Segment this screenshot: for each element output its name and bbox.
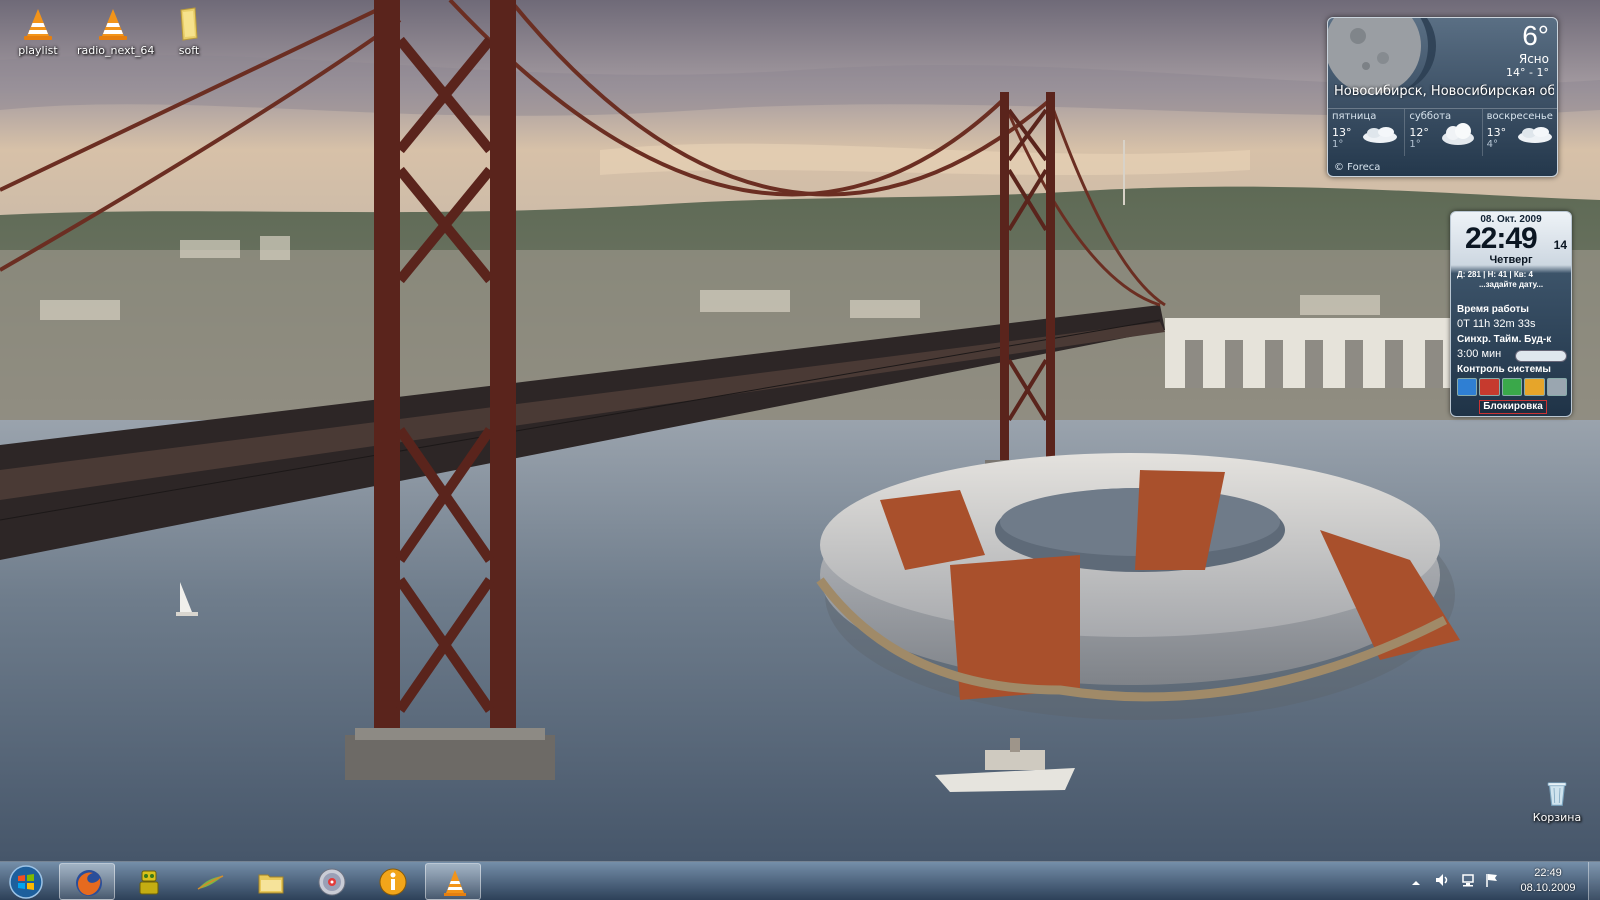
taskbar: 22:49 08.10.2009 [0,861,1600,900]
partly-cloudy-icon [1517,127,1552,143]
clock-weekday: Четверг [1489,254,1533,266]
vlc-cone-icon [99,9,127,40]
forecast-day-name: воскресенье [1486,111,1553,122]
temperature-range: 14° - 1° [1506,66,1549,79]
forecast-day-name: суббота [1409,111,1452,122]
clock-seconds: 14 [1553,238,1567,252]
system-tray [1410,870,1505,894]
volume-icon[interactable] [1434,872,1450,892]
power-icon[interactable] [1457,378,1478,396]
info-icon [379,868,407,896]
vlc-cone-icon [24,9,52,40]
desktop-icon-soft[interactable]: soft [153,6,225,57]
taskbar-clock-time: 22:49 [1534,867,1562,879]
timer-value: 3:00 мин [1457,348,1502,360]
timer-controls[interactable] [1515,350,1567,362]
forecast-day-name: пятница [1332,111,1377,122]
desktop-icon-label: radio_next_64 [77,44,155,57]
uptime-label: Время работы [1457,304,1529,315]
forecast-day: воскресенье 13° 4° [1483,109,1557,156]
cloud-icon [1441,123,1474,145]
forecast-row: пятница 13° 1° суббота 12° 1° воскресень… [1328,108,1557,156]
weather-gadget[interactable]: 6° Ясно 14° - 1° Новосибирск, Новосибирс… [1327,17,1558,177]
date-stats: Д: 281 | Н: 41 | Кв: 4 [1457,270,1533,279]
folder-icon [180,7,198,41]
system-control-buttons [1457,378,1568,396]
partly-cloudy-icon [1363,127,1398,143]
show-desktop-button[interactable] [1588,862,1600,900]
taskbar-button-media[interactable] [303,863,359,900]
desktop-icon-label: playlist [18,44,58,57]
taskbar-button-vlc[interactable] [425,863,481,900]
tray-expand-icon[interactable] [1410,874,1422,893]
sleep-icon[interactable] [1501,378,1523,396]
recycle-bin-icon [1547,782,1567,806]
desktop-icon-playlist[interactable]: playlist [2,6,74,57]
restart-icon[interactable] [1479,378,1500,396]
clock-system-gadget[interactable]: 08. Окт. 2009 22:49 14 Четверг Д: 281 | … [1450,211,1572,417]
taskbar-button-explorer[interactable] [242,863,298,900]
weather-credit[interactable]: © Foreca [1334,162,1380,173]
forecast-day: пятница 13° 1° [1328,109,1406,156]
forecast-day: суббота 12° 1° [1405,109,1483,156]
disc-icon [318,868,346,896]
clock-time: 22:49 [1465,222,1538,255]
taskbar-clock-date: 08.10.2009 [1520,882,1576,894]
recycle-bin-label: Корзина [1532,811,1582,824]
feather-icon [197,875,224,890]
current-condition: Ясно [1518,52,1549,66]
logoff-icon[interactable] [1546,378,1568,396]
lock-icon[interactable] [1524,378,1545,396]
folder-icon [258,874,284,894]
taskbar-button-feather[interactable] [181,863,237,900]
network-icon[interactable] [1460,872,1476,892]
timer-label: Синхр. Тайм. Буд-к [1457,334,1552,345]
desktop-icon-recycle-bin[interactable]: Корзина [1521,779,1593,824]
firefox-icon [76,870,102,896]
current-temperature: 6° [1522,20,1549,51]
taskbar-clock[interactable]: 22:49 08.10.2009 [1510,866,1586,896]
desktop-icon-radio-next-64[interactable]: radio_next_64 [77,6,155,57]
taskbar-button-firefox[interactable] [59,863,115,900]
taskbar-button-info[interactable] [364,863,420,900]
system-control-label: Контроль системы [1457,364,1551,375]
set-date-prompt[interactable]: ...задайте дату... [1451,280,1571,289]
vlc-cone-icon [444,870,466,896]
weather-city[interactable]: Новосибирск, Новосибирская об... [1334,84,1554,99]
start-button[interactable] [6,864,46,900]
lock-button[interactable]: Блокировка [1479,400,1547,414]
taskbar-button-utility[interactable] [120,863,176,900]
uptime-value: 0T 11h 32m 33s [1457,318,1536,330]
robot-icon [139,870,159,895]
action-center-flag-icon[interactable] [1484,872,1500,892]
desktop-icon-label: soft [178,44,200,57]
